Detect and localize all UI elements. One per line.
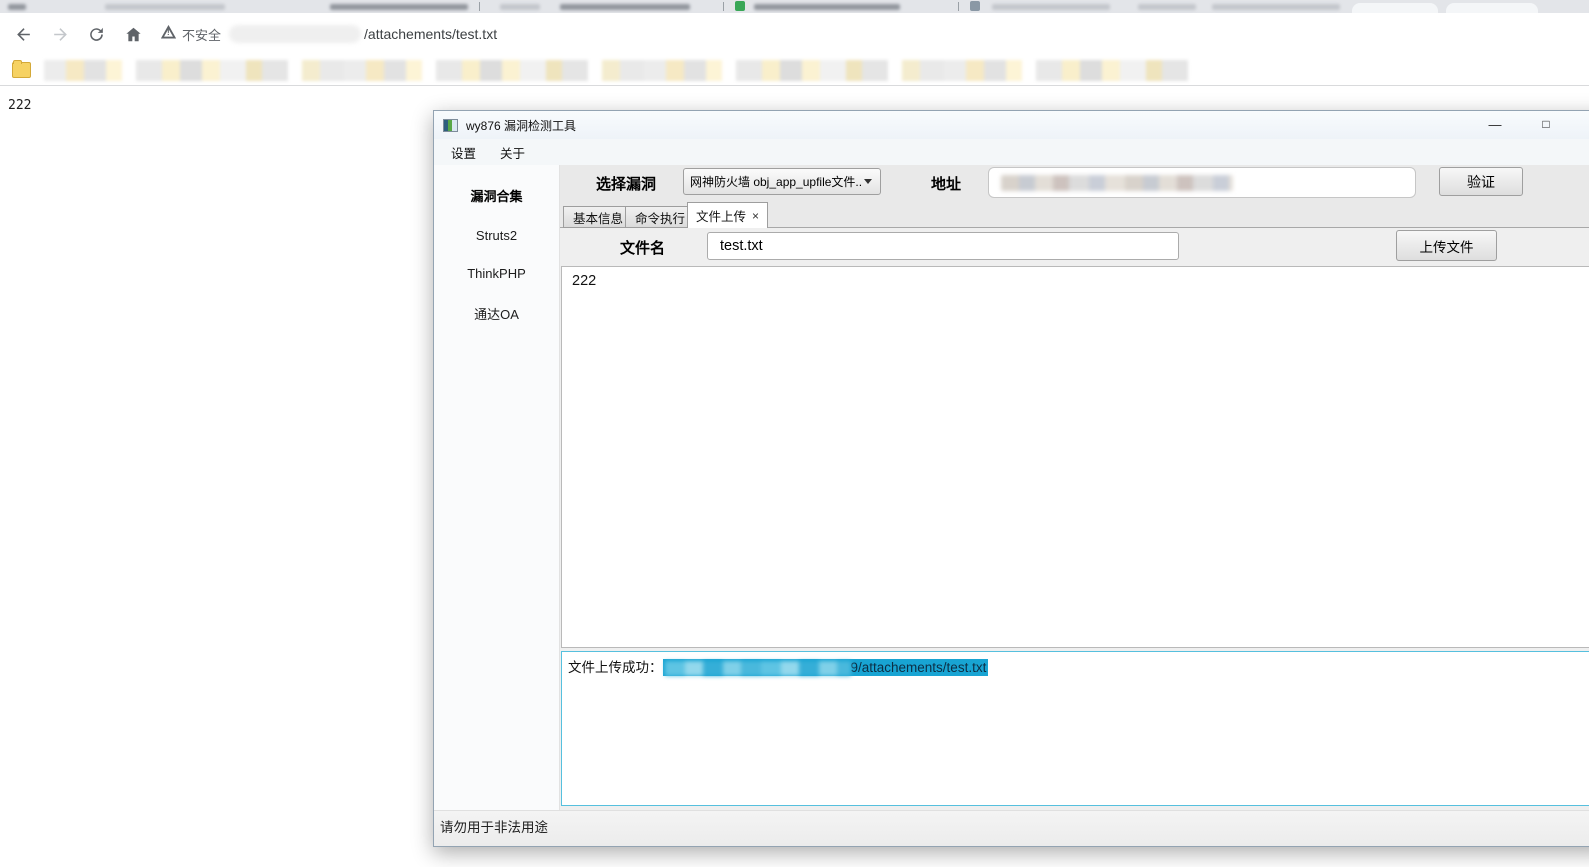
screen: ! 不安全 /attachements/test.txt 222 wy876 漏… [0, 0, 1589, 867]
maximize-button[interactable]: □ [1526, 111, 1566, 139]
home-icon[interactable] [121, 22, 145, 46]
tab-file-upload[interactable]: 文件上传 × [687, 202, 768, 228]
tab-shape[interactable] [1352, 3, 1438, 13]
app-menubar: 设置 关于 [434, 139, 1589, 166]
menu-settings[interactable]: 设置 [451, 143, 476, 162]
tab-redacted [330, 4, 468, 10]
address-label: 地址 [931, 173, 961, 194]
reload-icon[interactable] [84, 22, 108, 46]
close-button[interactable]: ✕ [1577, 111, 1589, 139]
result-prefix: 文件上传成功： [568, 660, 663, 675]
result-redacted-host [665, 661, 851, 676]
tab-shape[interactable] [1446, 3, 1538, 13]
vuln-dropdown[interactable]: 网神防火墙 obj_app_upfile文件.. [683, 168, 881, 195]
sidebar: 漏洞合集 Struts2 ThinkPHP 通达OA [434, 165, 560, 810]
result-textarea[interactable]: 文件上传成功： 9/attachements/test.txt [561, 651, 1589, 806]
tab-redacted [8, 4, 26, 10]
tab-command-exec[interactable]: 命令执行 [625, 206, 695, 228]
security-label: 不安全 [182, 25, 221, 44]
tab-redacted [105, 4, 225, 10]
tab-favicon-green [735, 1, 745, 11]
tab-separator [958, 2, 959, 11]
address-redacted-value [1001, 175, 1233, 191]
filename-label: 文件名 [620, 237, 665, 258]
address-input[interactable] [988, 167, 1416, 198]
bookmarks-bar[interactable] [0, 55, 1589, 86]
result-selected-url: 9/attachements/test.txt [663, 659, 989, 676]
main-content: 选择漏洞 网神防火墙 obj_app_upfile文件.. 地址 验证 基本信息… [560, 165, 1589, 810]
app-icon [443, 119, 458, 132]
verify-button[interactable]: 验证 [1439, 167, 1523, 196]
tab-redacted [500, 4, 540, 10]
browser-tab-strip[interactable] [0, 0, 1589, 13]
status-text: 请勿用于非法用途 [440, 820, 548, 835]
vuln-dropdown-value: 网神防火墙 obj_app_upfile文件.. [690, 173, 862, 190]
not-secure-warning-icon: ! [161, 25, 176, 44]
bookmarks-redacted [44, 60, 1190, 81]
app-window: wy876 漏洞检测工具 — □ ✕ 设置 关于 漏洞合集 Struts2 Th… [433, 110, 1589, 847]
sidebar-item-struts2[interactable]: Struts2 [476, 228, 517, 243]
window-title: wy876 漏洞检测工具 [466, 117, 576, 134]
tab-redacted [1212, 4, 1340, 10]
dropdown-arrow-icon [864, 179, 872, 184]
result-url-tail: 9/attachements/test.txt [851, 660, 987, 675]
file-upload-panel: 文件名 上传文件 222 文件上传成功： 9/attachements/test.… [560, 228, 1589, 810]
filename-input[interactable] [707, 232, 1179, 260]
forward-icon[interactable] [48, 22, 72, 46]
sidebar-item-vuln-collection[interactable]: 漏洞合集 [470, 186, 522, 205]
app-body: 漏洞合集 Struts2 ThinkPHP 通达OA 选择漏洞 网神防火墙 ob… [434, 165, 1589, 810]
url-text: /attachements/test.txt [364, 26, 497, 42]
tab-separator [479, 2, 480, 11]
tab-close-icon[interactable]: × [752, 209, 759, 223]
file-content-textarea[interactable]: 222 [561, 266, 1589, 648]
tab-basic-info[interactable]: 基本信息 [563, 206, 633, 228]
tab-bar: 基本信息 命令执行 文件上传 × [563, 202, 1589, 228]
bookmark-folder-icon[interactable] [12, 62, 31, 78]
sidebar-item-thinkphp[interactable]: ThinkPHP [467, 266, 526, 281]
tab-redacted [1138, 4, 1196, 10]
tab-favicon-gray [970, 1, 980, 11]
app-statusbar: 请勿用于非法用途 [434, 810, 1589, 846]
browser-toolbar: ! 不安全 /attachements/test.txt [0, 13, 1589, 55]
tab-redacted [754, 4, 900, 10]
minimize-button[interactable]: — [1475, 111, 1515, 139]
upload-file-button[interactable]: 上传文件 [1396, 230, 1497, 261]
vuln-select-label: 选择漏洞 [596, 173, 656, 194]
omnibox[interactable]: ! 不安全 /attachements/test.txt [161, 25, 497, 44]
url-redacted-host [229, 25, 361, 43]
app-titlebar[interactable]: wy876 漏洞检测工具 — □ ✕ [434, 111, 1589, 139]
menu-about[interactable]: 关于 [500, 143, 525, 162]
tab-redacted [560, 4, 690, 10]
tab-separator [723, 2, 724, 11]
sidebar-item-tongda-oa[interactable]: 通达OA [474, 304, 519, 323]
back-icon[interactable] [11, 22, 35, 46]
tab-redacted [992, 4, 1110, 10]
browser-page-text: 222 [8, 98, 31, 113]
